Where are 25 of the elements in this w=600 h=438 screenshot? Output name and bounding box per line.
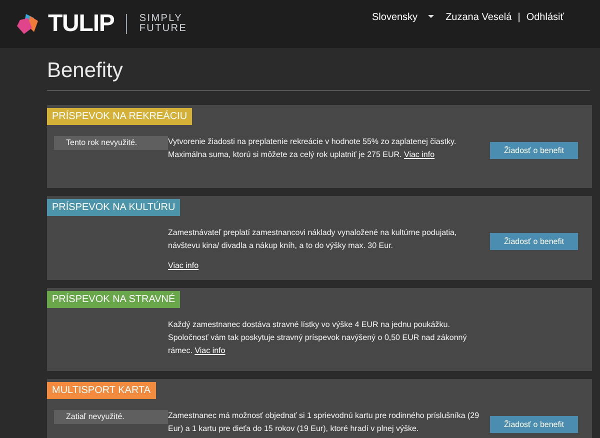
- logout-link[interactable]: Odhlásiť: [526, 10, 564, 24]
- benefit-description: Každý zamestnanec dostáva stravné lístky vo výške 4 EUR na jednu poukážku. Spoločnosť vám tak poskytuje stravný príspevok navýšený o 0,50 EUR nad zákonný rámec. Viac info: [168, 319, 468, 357]
- status-label: Tento rok nevyužité.: [54, 136, 168, 150]
- page-title: Benefity: [47, 58, 124, 84]
- benefit-title: PRÍSPEVOK NA REKREÁCIU: [47, 108, 192, 125]
- more-info-link[interactable]: Viac info: [404, 150, 435, 159]
- benefit-description: Zamestnávateľ preplatí zamestnancovi náklady vynaložené na kultúrne podujatia, návštevu kina/ divadla a nákup kníh, a to do výšky max. 30 Eur.: [168, 227, 458, 252]
- benefit-title: PRÍSPEVOK NA KULTÚRU: [47, 199, 180, 216]
- separator: |: [518, 10, 520, 24]
- language-dropdown[interactable]: Slovensky: [372, 10, 434, 24]
- benefit-title: PRÍSPEVOK NA STRAVNÉ: [47, 291, 180, 308]
- request-benefit-button[interactable]: Žiadosť o benefit: [490, 233, 578, 250]
- logo-name: TULIP: [48, 12, 114, 36]
- user-name-link[interactable]: Zuzana Veselá: [446, 10, 512, 24]
- request-benefit-button[interactable]: Žiadosť o benefit: [490, 142, 578, 159]
- tulip-logo-icon: [16, 12, 40, 36]
- benefit-description: Vytvorenie žiadosti na preplatenie rekreácie v hodnote 55% zo zaplatenej čiastky. Maximálna suma, ktorú si môžete za celý rok uplatniť je 275 EUR. Viac info: [168, 136, 458, 161]
- request-benefit-button[interactable]: Žiadosť o benefit: [490, 416, 578, 433]
- logo-tagline: SIMPLY FUTURE: [139, 14, 188, 34]
- benefit-description: Zamestnanec má možnosť objednať si 1 sprievodnú kartu pre rodinného príslušníka (29 Eur) a 1 kartu pre dieťa do 15 rokov (19 Eur), ktoré hradí v plnej výške.: [168, 410, 480, 435]
- caret-icon: [428, 15, 434, 19]
- benefit-title: MULTISPORT KARTA: [47, 382, 156, 399]
- more-info-link[interactable]: Viac info: [194, 346, 226, 355]
- more-info-link[interactable]: Viac info: [168, 261, 199, 270]
- status-label: Zatiaľ nevyužité.: [54, 410, 168, 424]
